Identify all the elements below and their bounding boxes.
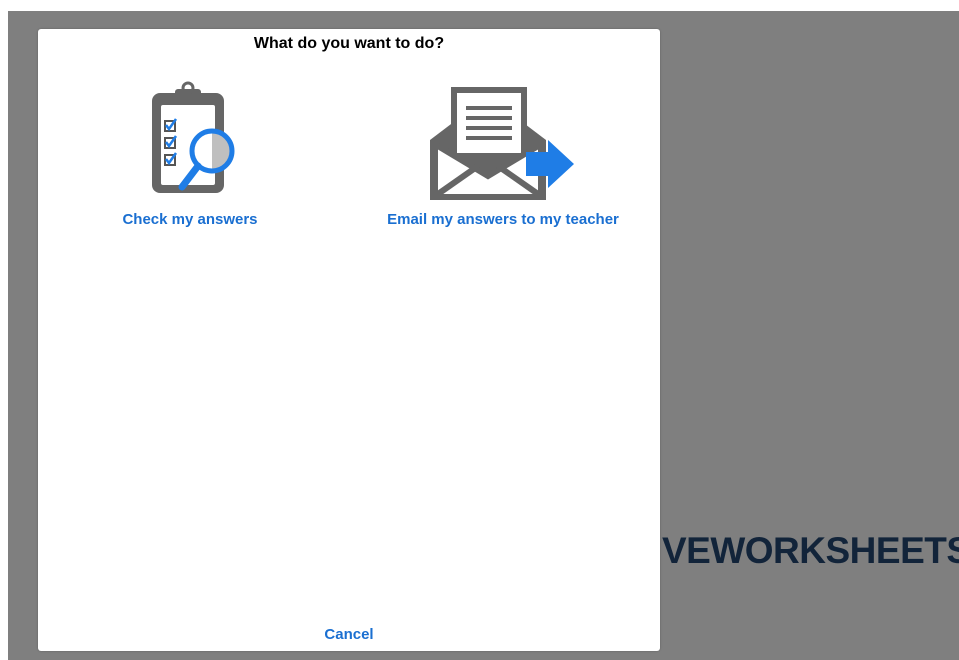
action-dialog: What do you want to do? Check my answers	[38, 29, 660, 651]
envelope-arrow-icon	[430, 87, 574, 200]
clipboard-magnifier-icon	[152, 81, 235, 193]
dialog-title: What do you want to do?	[253, 35, 445, 52]
cancel-button[interactable]: Cancel	[38, 626, 660, 643]
email-teacher-label[interactable]: Email my answers to my teacher	[368, 211, 638, 228]
brand-text: VEWORKSHEETS	[662, 530, 959, 571]
email-teacher-option[interactable]: Email my answers to my teacher	[368, 81, 638, 231]
check-answers-label[interactable]: Check my answers	[100, 211, 280, 228]
check-answers-option[interactable]: Check my answers	[100, 81, 280, 231]
